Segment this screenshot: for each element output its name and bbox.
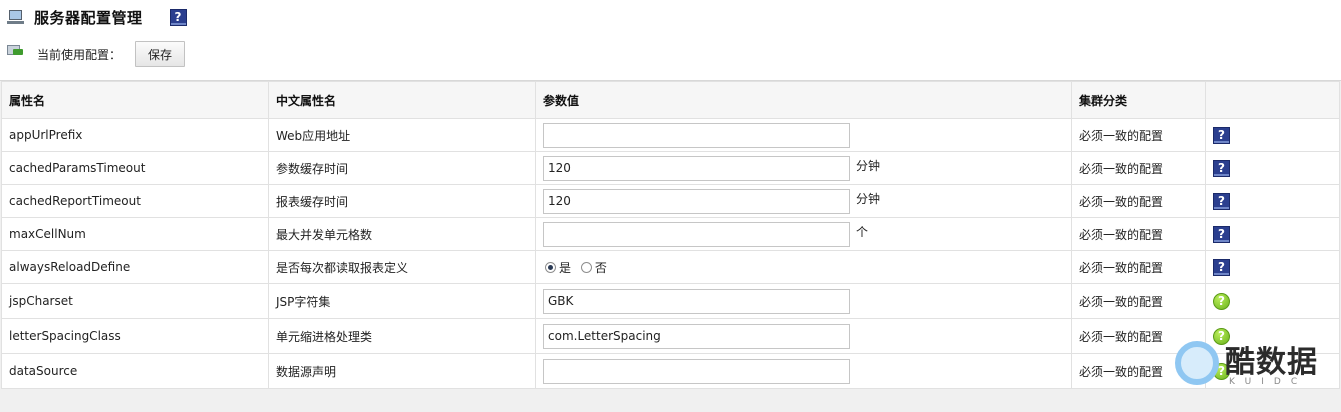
help-cell: ?: [1205, 217, 1340, 251]
property-name: maxCellNum: [1, 217, 269, 251]
value-input[interactable]: [543, 122, 850, 148]
watermark-icon: [1175, 341, 1219, 385]
table-row: alwaysReloadDefine 是否每次都读取报表定义 是 否 必须一致的…: [1, 250, 1340, 284]
table-row: cachedParamsTimeout 参数缓存时间 分钟 必须一致的配置 ?: [1, 151, 1340, 185]
col-header-value: 参数值: [535, 81, 1072, 119]
toolbar: 当前使用配置： 保存: [7, 40, 186, 68]
col-header-cn-name: 中文属性名: [268, 81, 536, 119]
value-cell: 是 否: [535, 250, 1072, 284]
table-header-row: 属性名 中文属性名 参数值 集群分类: [1, 81, 1340, 119]
value-cell: 分钟: [535, 151, 1072, 185]
value-cell: [535, 318, 1072, 354]
help-cell: ?: [1205, 118, 1340, 152]
cluster-type: 必须一致的配置: [1071, 118, 1206, 152]
property-name: jspCharset: [1, 283, 269, 319]
watermark-logo: 酷数据 KUIDC: [1175, 337, 1325, 395]
cluster-type: 必须一致的配置: [1071, 283, 1206, 319]
help-icon[interactable]: ?: [169, 8, 187, 26]
property-name: cachedParamsTimeout: [1, 151, 269, 185]
property-cn-name: Web应用地址: [268, 118, 536, 152]
table-row: appUrlPrefix Web应用地址 必须一致的配置 ?: [1, 118, 1340, 152]
server-icon: [7, 9, 25, 25]
unit-label: 个: [856, 224, 869, 239]
property-cn-name: 是否每次都读取报表定义: [268, 250, 536, 284]
property-cn-name: 数据源声明: [268, 353, 536, 389]
property-name: alwaysReloadDefine: [1, 250, 269, 284]
cluster-type: 必须一致的配置: [1071, 217, 1206, 251]
value-input[interactable]: [543, 358, 850, 384]
watermark-subtext: KUIDC: [1229, 377, 1308, 387]
value-input[interactable]: [543, 155, 850, 181]
property-cn-name: 报表缓存时间: [268, 184, 536, 218]
col-header-cluster: 集群分类: [1071, 81, 1206, 119]
blue-help-icon[interactable]: ?: [1213, 258, 1230, 276]
property-cn-name: 参数缓存时间: [268, 151, 536, 185]
table-row: cachedReportTimeout 报表缓存时间 分钟 必须一致的配置 ?: [1, 184, 1340, 218]
watermark-text: 酷数据: [1225, 345, 1318, 380]
cluster-type: 必须一致的配置: [1071, 184, 1206, 218]
property-name: dataSource: [1, 353, 269, 389]
table-row: dataSource 数据源声明 必须一致的配置 ?: [1, 353, 1340, 389]
unit-label: 分钟: [856, 158, 881, 173]
radio-yes-label: 是: [559, 260, 572, 275]
property-name: appUrlPrefix: [1, 118, 269, 152]
save-button[interactable]: 保存: [135, 41, 186, 67]
blue-help-icon[interactable]: ?: [1213, 159, 1230, 177]
value-input[interactable]: [543, 288, 850, 314]
blue-help-icon[interactable]: ?: [1213, 126, 1230, 144]
property-name: cachedReportTimeout: [1, 184, 269, 218]
property-cn-name: 单元缩进格处理类: [268, 318, 536, 354]
value-cell: [535, 283, 1072, 319]
table-row: jspCharset JSP字符集 必须一致的配置 ?: [1, 283, 1340, 319]
value-input[interactable]: [543, 188, 850, 214]
property-cn-name: 最大并发单元格数: [268, 217, 536, 251]
value-cell: [535, 353, 1072, 389]
col-header-help: [1205, 81, 1340, 119]
value-cell: 个: [535, 217, 1072, 251]
unit-label: 分钟: [856, 191, 881, 206]
config-panel: 属性名 中文属性名 参数值 集群分类 appUrlPrefix Web应用地址 …: [0, 80, 1341, 412]
help-cell: ?: [1205, 283, 1340, 319]
help-cell: ?: [1205, 151, 1340, 185]
table-row: maxCellNum 最大并发单元格数 个 必须一致的配置 ?: [1, 217, 1340, 251]
config-table: 属性名 中文属性名 参数值 集群分类 appUrlPrefix Web应用地址 …: [1, 81, 1340, 389]
cluster-type: 必须一致的配置: [1071, 151, 1206, 185]
radio-yes[interactable]: [545, 261, 556, 273]
page-title: 服务器配置管理: [34, 8, 143, 27]
current-config-label: 当前使用配置：: [37, 47, 122, 62]
col-header-name: 属性名: [1, 81, 269, 119]
property-cn-name: JSP字符集: [268, 283, 536, 319]
green-help-icon[interactable]: ?: [1213, 292, 1230, 310]
config-icon: [7, 45, 23, 57]
blue-help-icon[interactable]: ?: [1213, 192, 1230, 210]
page-header: 服务器配置管理 ?: [7, 6, 187, 28]
value-cell: 分钟: [535, 184, 1072, 218]
table-row: letterSpacingClass 单元缩进格处理类 必须一致的配置 ?: [1, 318, 1340, 354]
blue-help-icon[interactable]: ?: [1213, 225, 1230, 243]
value-cell: [535, 118, 1072, 152]
radio-no-label: 否: [594, 260, 607, 275]
cluster-type: 必须一致的配置: [1071, 250, 1206, 284]
value-input[interactable]: [543, 323, 850, 349]
help-cell: ?: [1205, 250, 1340, 284]
property-name: letterSpacingClass: [1, 318, 269, 354]
radio-no[interactable]: [580, 261, 592, 273]
help-cell: ?: [1205, 184, 1340, 218]
value-input[interactable]: [543, 221, 850, 247]
